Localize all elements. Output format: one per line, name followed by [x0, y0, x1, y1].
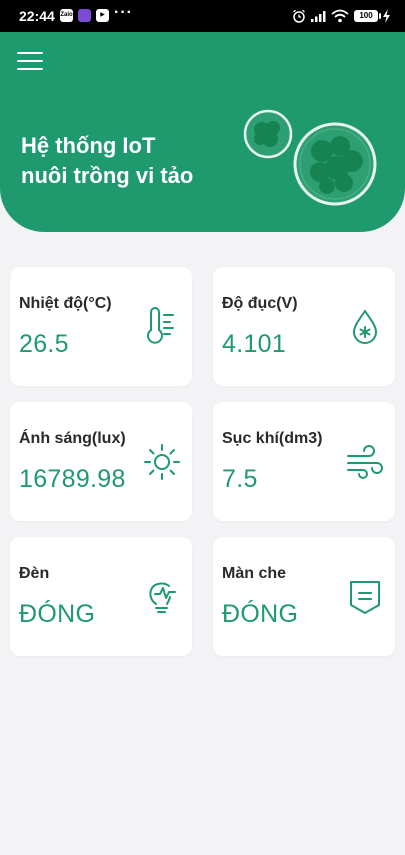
light-label: Ánh sáng(lux): [19, 430, 126, 447]
alarm-icon: [293, 9, 305, 23]
shade-card[interactable]: Màn che ĐÓNG: [213, 537, 395, 656]
charging-icon: [383, 9, 390, 23]
signal-icon: [311, 11, 326, 22]
shade-label: Màn che: [222, 565, 287, 582]
lamp-card[interactable]: Đèn ĐÓNG: [10, 537, 192, 656]
thermometer-icon: [142, 307, 182, 347]
aeration-card[interactable]: Sục khí(dm3) 7.5: [213, 402, 395, 521]
status-time: 22:44: [19, 8, 55, 24]
shield-icon: [345, 577, 385, 617]
microalgae-illustration: [243, 109, 377, 206]
app-title-line2: nuôi trồng vi tảo: [21, 163, 194, 188]
temperature-value: 26.5: [19, 330, 69, 358]
battery-indicator: 100: [354, 10, 381, 22]
app-header: Hệ thống IoT nuôi trồng vi tảo: [0, 32, 405, 232]
lamp-value: ĐÓNG: [19, 600, 96, 628]
wind-icon: [345, 442, 385, 482]
play-notification-icon: ▶: [96, 9, 109, 22]
wifi-icon: [331, 9, 349, 23]
temperature-card[interactable]: Nhiệt độ(°C) 26.5: [10, 267, 192, 386]
aeration-value: 7.5: [222, 465, 258, 493]
app-title-line1: Hệ thống IoT: [21, 133, 156, 158]
app-title: Hệ thống IoT nuôi trồng vi tảo: [21, 131, 193, 191]
lightbulb-icon: [142, 577, 182, 617]
temperature-label: Nhiệt độ(°C): [19, 295, 112, 312]
hamburger-menu-icon[interactable]: [17, 52, 43, 72]
turbidity-label: Độ đục(V): [222, 295, 298, 312]
shade-value: ĐÓNG: [222, 600, 299, 628]
turbidity-value: 4.101: [222, 330, 287, 358]
more-notifications-icon: ···: [114, 4, 133, 21]
app-notification-icon: [78, 9, 91, 22]
zalo-app-icon: Zalo: [60, 9, 73, 22]
sun-icon: [142, 442, 182, 482]
light-value: 16789.98: [19, 465, 126, 493]
water-drop-icon: [345, 307, 385, 347]
light-card[interactable]: Ánh sáng(lux) 16789.98: [10, 402, 192, 521]
status-bar: 22:44 Zalo ▶ ··· 100: [0, 0, 405, 32]
aeration-label: Sục khí(dm3): [222, 430, 323, 447]
lamp-label: Đèn: [19, 565, 50, 582]
turbidity-card[interactable]: Độ đục(V) 4.101: [213, 267, 395, 386]
